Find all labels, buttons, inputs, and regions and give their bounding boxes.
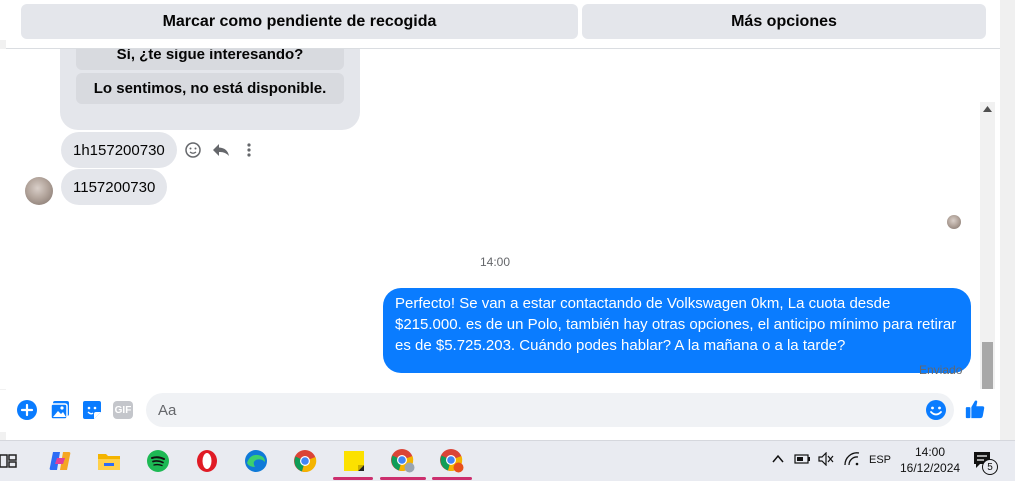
gif-icon[interactable]: GIF <box>112 399 134 421</box>
system-clock[interactable]: 14:00 16/12/2024 <box>900 444 960 476</box>
more-options-button[interactable]: Más opciones <box>582 4 986 39</box>
chrome-profile-2-icon[interactable] <box>438 447 466 475</box>
incoming-message[interactable]: 1157200730 <box>61 169 168 205</box>
scroll-up-arrow-icon[interactable] <box>983 106 992 112</box>
quick-reply-card: Sí, ¿te sigue interesando? Lo sentimos, … <box>60 49 360 130</box>
reply-icon[interactable] <box>211 140 231 160</box>
like-icon[interactable] <box>964 398 986 420</box>
edge-icon[interactable] <box>242 447 270 475</box>
react-emoji-icon[interactable] <box>183 140 203 160</box>
more-actions-icon[interactable] <box>239 140 259 160</box>
opera-icon[interactable] <box>193 447 221 475</box>
outgoing-message[interactable]: Perfecto! Se van a estar contactando de … <box>383 288 971 373</box>
sender-avatar[interactable] <box>25 177 53 205</box>
chrome-icon[interactable] <box>291 447 319 475</box>
clock-time: 14:00 <box>914 445 946 459</box>
photo-icon[interactable] <box>49 399 71 421</box>
sent-status: Enviado <box>919 363 963 377</box>
sticker-icon[interactable] <box>81 399 103 421</box>
input-language[interactable]: ESP <box>869 454 891 466</box>
read-receipt-avatar <box>947 215 961 229</box>
copilot-icon[interactable] <box>46 447 74 475</box>
quick-reply-still-interested[interactable]: Sí, ¿te sigue interesando? <box>76 49 344 70</box>
task-view-icon[interactable] <box>0 447 22 475</box>
clock-date: 16/12/2024 <box>900 461 961 475</box>
gif-label: GIF <box>113 401 133 419</box>
wifi-icon[interactable] <box>844 452 860 469</box>
sticky-notes-icon[interactable] <box>340 447 368 475</box>
incoming-message[interactable]: 1h157200730 <box>61 132 177 168</box>
chat-thread: Sí, ¿te sigue interesando? Lo sentimos, … <box>0 49 998 389</box>
message-timestamp: 14:00 <box>479 255 511 269</box>
chat-scrollbar-thumb[interactable] <box>982 342 993 389</box>
message-input[interactable] <box>146 393 954 427</box>
spotify-icon[interactable] <box>144 447 172 475</box>
chrome-profile-1-icon[interactable] <box>389 447 417 475</box>
battery-icon[interactable] <box>794 452 812 469</box>
message-composer: GIF <box>0 390 1000 432</box>
plus-icon[interactable] <box>16 399 38 421</box>
mark-pending-button[interactable]: Marcar como pendiente de recogida <box>21 4 578 39</box>
chat-scrollbar[interactable] <box>980 102 995 389</box>
window-edge <box>1000 0 1015 440</box>
volume-muted-icon[interactable] <box>818 451 834 469</box>
emoji-icon[interactable] <box>925 399 947 421</box>
notification-count-badge: 5 <box>982 459 998 475</box>
show-hidden-icons-icon[interactable] <box>772 453 784 467</box>
quick-reply-not-available[interactable]: Lo sentimos, no está disponible. <box>76 73 344 104</box>
file-explorer-icon[interactable] <box>95 447 123 475</box>
windows-taskbar: ESP 14:00 16/12/2024 5 <box>0 440 1015 481</box>
